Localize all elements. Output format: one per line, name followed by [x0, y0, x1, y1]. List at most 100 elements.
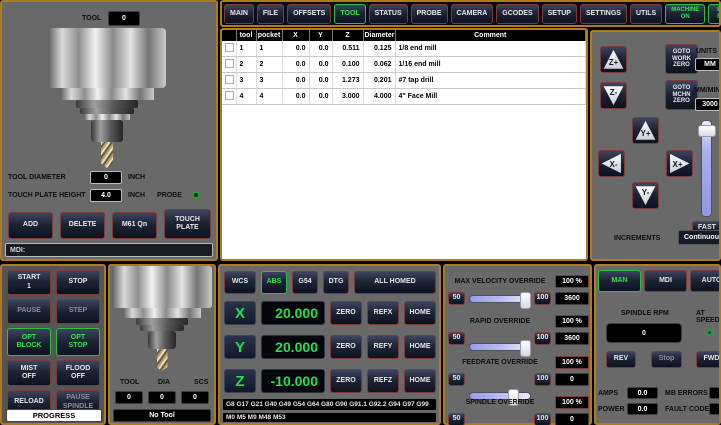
pause-button[interactable]: PAUSE [7, 299, 51, 324]
goto-work-zero-button[interactable]: GOTO WORK ZERO [665, 44, 698, 74]
tab-setup[interactable]: SETUP [542, 4, 577, 24]
zero-x-button[interactable]: ZERO [330, 301, 362, 325]
tab-gcodes[interactable]: GCODES [496, 4, 538, 24]
jog-x-plus-button[interactable]: X+ [666, 150, 693, 177]
row-checkbox[interactable] [225, 43, 234, 52]
col-z[interactable]: Z [332, 30, 363, 41]
tab-settings[interactable]: SETTINGS [580, 4, 627, 24]
jog-z-plus-button[interactable]: Z+ [600, 46, 627, 73]
col-y[interactable]: Y [309, 30, 332, 41]
max-velocity-max-button[interactable]: 100 [534, 292, 551, 305]
g54-button[interactable]: G54 [292, 271, 318, 294]
zero-z-button[interactable]: ZERO [330, 369, 362, 393]
tab-file[interactable]: FILE [257, 4, 284, 24]
row-checkbox[interactable] [225, 59, 234, 68]
optional-block-button[interactable]: OPT BLOCK [7, 328, 51, 356]
jog-speed-value[interactable]: 3000 [695, 98, 721, 111]
active-mcodes: M0 M5 M9 M48 M53 [223, 413, 436, 422]
goto-machine-zero-button[interactable]: GOTO MCHN ZERO [665, 80, 698, 110]
flood-button[interactable]: FLOOD OFF [56, 360, 100, 386]
row-checkbox[interactable] [225, 91, 234, 100]
mdi-mode-button[interactable]: MDI [644, 270, 687, 292]
step-button[interactable]: STEP [56, 299, 100, 324]
auto-mode-button[interactable]: AUTO [690, 270, 721, 292]
rapid-max-button[interactable]: 100 [534, 332, 551, 345]
feedrate-min-button[interactable]: 50 [448, 373, 465, 386]
tab-tool[interactable]: TOOL [334, 4, 365, 24]
table-row[interactable]: 11 0.00.0 0.5110.125 1/8 end mill [222, 41, 586, 57]
rapid-override-label: RAPID OVERRIDE [445, 318, 555, 325]
increments-select[interactable]: Continuous [678, 230, 721, 245]
rapid-slider[interactable] [469, 343, 531, 351]
tab-utils[interactable]: UTILS [630, 4, 662, 24]
home-y-button[interactable]: HOME [404, 335, 436, 359]
spindle-max-button[interactable]: 100 [534, 413, 551, 425]
spindle-fwd-button[interactable]: FWD [696, 351, 721, 368]
spindle-stop-button[interactable]: Stop [651, 351, 682, 368]
tab-probe[interactable]: PROBE [411, 4, 448, 24]
stop-button[interactable]: STOP [56, 270, 100, 295]
table-row[interactable]: 44 0.00.0 3.0004.000 4" Face Mill [222, 89, 586, 105]
manual-mode-button[interactable]: MAN [598, 270, 641, 292]
tool-diameter-input[interactable]: 0 [90, 171, 122, 184]
table-row[interactable]: 22 0.00.0 0.1000.062 1/16 end mill [222, 57, 586, 73]
abs-button[interactable]: ABS [261, 271, 287, 294]
max-velocity-slider-handle[interactable] [520, 292, 531, 309]
all-homed-button[interactable]: ALL HOMED [354, 271, 436, 294]
progress-bar: PROGRESS [6, 409, 102, 422]
max-velocity-slider[interactable] [469, 295, 531, 303]
tool-description: No Tool [113, 409, 211, 422]
units-value[interactable]: MM [695, 58, 721, 71]
rapid-min-button[interactable]: 50 [448, 332, 465, 345]
tool-bit-image [157, 349, 168, 371]
jog-y-plus-button[interactable]: Y+ [632, 117, 659, 144]
delete-tool-button[interactable]: DELETE [60, 212, 105, 239]
tool-table-header: tool pocket X Y Z Diameter Comment [222, 30, 586, 41]
wcs-button[interactable]: WCS [224, 271, 256, 294]
max-velocity-min-button[interactable]: 50 [448, 292, 465, 305]
tool-status-label: TOOL [120, 379, 139, 386]
active-gcodes: G8 G17 G21 G40 G49 G54 G64 G80 G90 G91.1… [223, 399, 436, 410]
tab-status[interactable]: STATUS [369, 4, 408, 24]
tab-offsets[interactable]: OFFSETS [287, 4, 331, 24]
feedrate-max-button[interactable]: 100 [534, 373, 551, 386]
start-button[interactable]: START 1 [7, 270, 51, 295]
power-value: 0.0 [627, 403, 658, 415]
mdi-input[interactable]: MDI: [5, 243, 213, 257]
scs-status-value: 0 [181, 391, 209, 404]
dtg-button[interactable]: DTG [323, 271, 349, 294]
col-x[interactable]: X [282, 30, 309, 41]
col-diameter[interactable]: Diameter [363, 30, 395, 41]
col-tool[interactable]: tool [236, 30, 256, 41]
col-pocket[interactable]: pocket [256, 30, 282, 41]
home-z-button[interactable]: HOME [404, 369, 436, 393]
tab-camera[interactable]: CAMERA [451, 4, 494, 24]
rapid-slider-handle[interactable] [520, 340, 531, 357]
estop-reset-button[interactable]: ESTOP RESET [708, 4, 721, 24]
jog-y-minus-button[interactable]: Y- [632, 182, 659, 209]
optional-stop-button[interactable]: OPT STOP [56, 328, 100, 356]
m61-button[interactable]: M61 Qn [112, 212, 157, 239]
home-x-button[interactable]: HOME [404, 301, 436, 325]
jog-x-minus-button[interactable]: X- [598, 150, 625, 177]
jog-speed-slider-handle[interactable] [698, 125, 716, 137]
probe-led-icon [192, 191, 200, 199]
zero-y-button[interactable]: ZERO [330, 335, 362, 359]
add-tool-button[interactable]: ADD [8, 212, 53, 239]
jog-z-minus-button[interactable]: Z- [600, 82, 627, 109]
ref-x-button[interactable]: REFX [367, 301, 399, 325]
col-comment[interactable]: Comment [395, 30, 586, 41]
tab-main[interactable]: MAIN [224, 4, 254, 24]
ref-y-button[interactable]: REFY [367, 335, 399, 359]
touch-plate-button[interactable]: TOUCH PLATE [164, 209, 211, 239]
spindle-min-button[interactable]: 50 [448, 413, 465, 425]
jog-speed-slider[interactable] [701, 120, 712, 217]
row-checkbox[interactable] [225, 75, 234, 84]
mist-button[interactable]: MIST OFF [7, 360, 51, 386]
table-row[interactable]: 33 0.00.0 1.2730.201 #7 tap drill [222, 73, 586, 89]
spindle-rev-button[interactable]: REV [606, 351, 636, 368]
ref-z-button[interactable]: REFZ [367, 369, 399, 393]
machine-on-button[interactable]: MACHINE ON [665, 4, 705, 24]
touch-plate-height-input[interactable]: 4.0 [90, 189, 122, 202]
tool-status-panel: TOOL DIA SCS 0 0 0 No Tool [108, 264, 216, 425]
